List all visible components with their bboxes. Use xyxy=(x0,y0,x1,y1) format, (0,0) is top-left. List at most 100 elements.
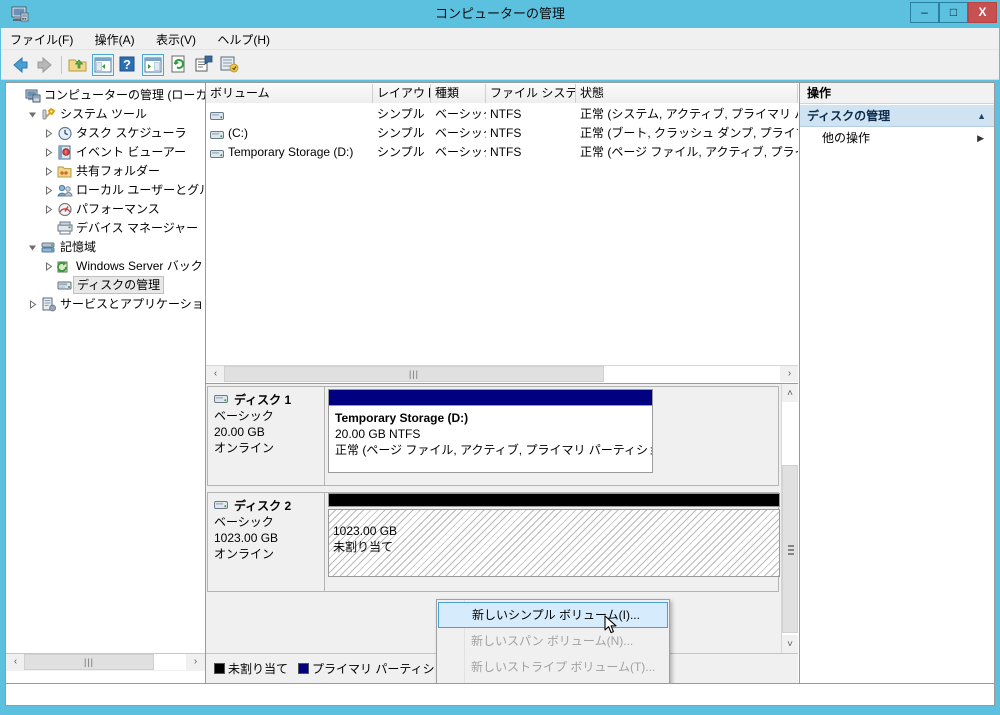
tree-scroll-thumb[interactable]: ||| xyxy=(24,654,154,670)
tree-task-scheduler[interactable]: タスク スケジューラ xyxy=(6,124,205,143)
volume-column-header[interactable]: ボリューム xyxy=(206,84,373,103)
partition-size-filesystem: 20.00 GB NTFS xyxy=(335,427,421,441)
volume-cell-volume: (C:) xyxy=(228,126,248,140)
toolbar: ? xyxy=(1,50,999,80)
volume-list-horizontal-scrollbar[interactable]: ‹ ||| › xyxy=(206,365,798,382)
volume-cell-status: 正常 (ブート, クラッシュ ダンプ, プライマリ パーテ xyxy=(580,126,798,140)
menu-file[interactable]: ファイル(F) xyxy=(1,28,82,51)
maximize-button[interactable]: □ xyxy=(939,2,968,23)
volume-row[interactable]: (C:) シンプルベーシック NTFS 正常 (ブート, クラッシュ ダンプ, プライ… xyxy=(206,124,798,143)
disk-1-size: 20.00 GB xyxy=(214,425,265,439)
ctx-new-spanned-volume: 新しいスパン ボリューム(N)... xyxy=(471,634,634,648)
volume-row[interactable]: シンプルベーシック NTFS 正常 (システム, アクティブ, プライマリ パーティ… xyxy=(206,105,798,124)
action-more-actions[interactable]: 他の操作 ▶ xyxy=(800,128,994,149)
system-tools-icon xyxy=(41,107,57,122)
tree-node-label: パフォーマンス xyxy=(76,202,160,216)
minimize-button[interactable]: – xyxy=(910,2,939,23)
expander-expanded-icon[interactable] xyxy=(28,110,37,119)
tree-shared-folders[interactable]: 共有フォルダー xyxy=(6,162,205,181)
tree-node-label: コンピューターの管理 (ローカル) xyxy=(44,88,205,102)
expander-collapsed-icon[interactable] xyxy=(44,205,53,214)
main-content: コンピューターの管理 (ローカル) システム ツールタスク スケジューラ! イベント… xyxy=(5,82,995,684)
volume-cell-volume xyxy=(228,105,373,124)
expander-collapsed-icon[interactable] xyxy=(44,167,53,176)
up-folder-icon[interactable] xyxy=(67,54,89,76)
disk-2-state: オンライン xyxy=(214,547,275,561)
ctx-new-simple-volume[interactable]: 新しいシンプル ボリューム(I)... xyxy=(438,602,668,628)
help-icon[interactable]: ? xyxy=(117,54,139,76)
expander-expanded-icon[interactable] xyxy=(28,243,37,252)
expander-collapsed-icon[interactable] xyxy=(44,148,53,157)
volume-list-header: ボリュームレイアウト種類ファイル システム状態 xyxy=(206,84,798,103)
storage-icon xyxy=(41,240,57,255)
partition-details: Temporary Storage (D:) 20.00 GB NTFS 正常 (ペ… xyxy=(329,405,653,472)
tree-node-label: デバイス マネージャー xyxy=(76,221,199,235)
tree-event-viewer[interactable]: ! イベント ビューアー xyxy=(6,143,205,162)
expander-collapsed-icon[interactable] xyxy=(44,262,53,271)
expander-collapsed-icon[interactable] xyxy=(44,186,53,195)
disk-scroll-track[interactable] xyxy=(782,402,798,635)
tree-scroll-left-arrow[interactable]: ‹ xyxy=(7,654,24,670)
volume-cell-type: ベーシック xyxy=(435,126,486,140)
volume-column-header[interactable]: レイアウト xyxy=(373,84,431,103)
expander-collapsed-icon[interactable] xyxy=(28,300,37,309)
unallocated-size: 1023.00 GB xyxy=(333,524,398,538)
disk-view-vertical-scrollbar[interactable]: ˄ ˅ xyxy=(781,384,798,653)
show-hide-tree-icon[interactable] xyxy=(92,54,114,76)
volume-scroll-track[interactable]: ||| xyxy=(224,366,780,382)
partition-unallocated[interactable]: 1023.00 GB 未割り当て xyxy=(328,509,780,577)
volume-column-header[interactable]: 種類 xyxy=(431,84,486,103)
volume-cell-filesystem: NTFS xyxy=(490,107,522,121)
menu-help[interactable]: ヘルプ(H) xyxy=(208,28,279,51)
tree-performance[interactable]: パフォーマンス xyxy=(6,200,205,219)
title-bar: コンピューターの管理 – □ X xyxy=(0,0,1000,28)
properties-icon[interactable] xyxy=(194,54,216,76)
volume-scroll-left-arrow[interactable]: ‹ xyxy=(207,366,224,382)
volume-column-header[interactable]: 状態 xyxy=(576,84,798,103)
disk-scroll-thumb[interactable] xyxy=(782,465,798,633)
tree-system-tools[interactable]: システム ツール xyxy=(6,105,205,124)
expander-collapsed-icon[interactable] xyxy=(44,129,53,138)
menu-action[interactable]: 操作(A) xyxy=(86,28,144,51)
disk-1-info[interactable]: ディスク 1 ベーシック 20.00 GB オンライン xyxy=(208,387,325,485)
tree-node-label: イベント ビューアー xyxy=(76,145,187,159)
refresh-icon[interactable] xyxy=(169,54,191,76)
tree-services-applications[interactable]: サービスとアプリケーション xyxy=(6,295,205,314)
shared-folders-icon xyxy=(57,164,73,179)
tree-disk-management[interactable]: ディスクの管理 xyxy=(6,276,205,295)
tree-local-users-groups[interactable]: ローカル ユーザーとグループ xyxy=(6,181,205,200)
disk-scroll-down-arrow[interactable]: ˅ xyxy=(782,636,798,653)
disk-scroll-up-arrow[interactable]: ˄ xyxy=(782,385,798,402)
partition-name: Temporary Storage (D:) xyxy=(335,411,469,425)
partition-primary[interactable]: Temporary Storage (D:) 20.00 GB NTFS 正常 (ペ… xyxy=(328,389,654,473)
menu-view[interactable]: 表示(V) xyxy=(147,28,205,51)
chevron-up-icon[interactable]: ▲ xyxy=(977,105,986,127)
tree-windows-server-backup[interactable]: Windows Server バック xyxy=(6,257,205,276)
tree-scroll-track[interactable]: ||| xyxy=(24,654,186,670)
disk-row-disk-1[interactable]: ディスク 1 ベーシック 20.00 GB オンライン Temporary Storag… xyxy=(207,386,779,486)
tree-horizontal-scrollbar[interactable]: ‹ ||| › xyxy=(6,653,205,671)
volume-column-header[interactable]: ファイル システム xyxy=(486,84,576,103)
disk-row-disk-2[interactable]: ディスク 2 ベーシック 1023.00 GB オンライン 1023.00 GB 未割り当… xyxy=(207,492,780,592)
volume-scroll-right-arrow[interactable]: › xyxy=(781,366,798,382)
actions-group-disk-management[interactable]: ディスクの管理 ▲ xyxy=(800,105,994,127)
center-pane: ボリュームレイアウト種類ファイル システム状態 シンプルベーシックNTFS正常 … xyxy=(206,83,798,683)
disk-1-type: ベーシック xyxy=(214,409,274,423)
rescan-disks-icon[interactable] xyxy=(219,54,241,76)
back-arrow-icon[interactable] xyxy=(9,54,31,76)
tree-scroll-right-arrow[interactable]: › xyxy=(187,654,204,670)
tree-computer-management[interactable]: コンピューターの管理 (ローカル) xyxy=(6,86,205,105)
show-hide-action-pane-icon[interactable] xyxy=(142,54,164,76)
volume-scroll-thumb[interactable]: ||| xyxy=(224,366,604,382)
tree-node-label: システム ツール xyxy=(60,107,147,121)
volume-cell-layout: シンプル xyxy=(377,145,425,159)
computer-icon xyxy=(25,88,41,103)
tree-device-manager[interactable]: デバイス マネージャー xyxy=(6,219,205,238)
volume-row[interactable]: Temporary Storage (D:) シンプルベーシック NTFS 正常 (ペ… xyxy=(206,143,798,162)
partition-color-bar xyxy=(329,390,653,405)
forward-arrow-icon[interactable] xyxy=(34,54,56,76)
performance-icon xyxy=(57,202,73,217)
tree-storage[interactable]: 記憶域 xyxy=(6,238,205,257)
disk-2-info[interactable]: ディスク 2 ベーシック 1023.00 GB オンライン xyxy=(208,493,325,591)
close-button[interactable]: X xyxy=(968,2,997,23)
